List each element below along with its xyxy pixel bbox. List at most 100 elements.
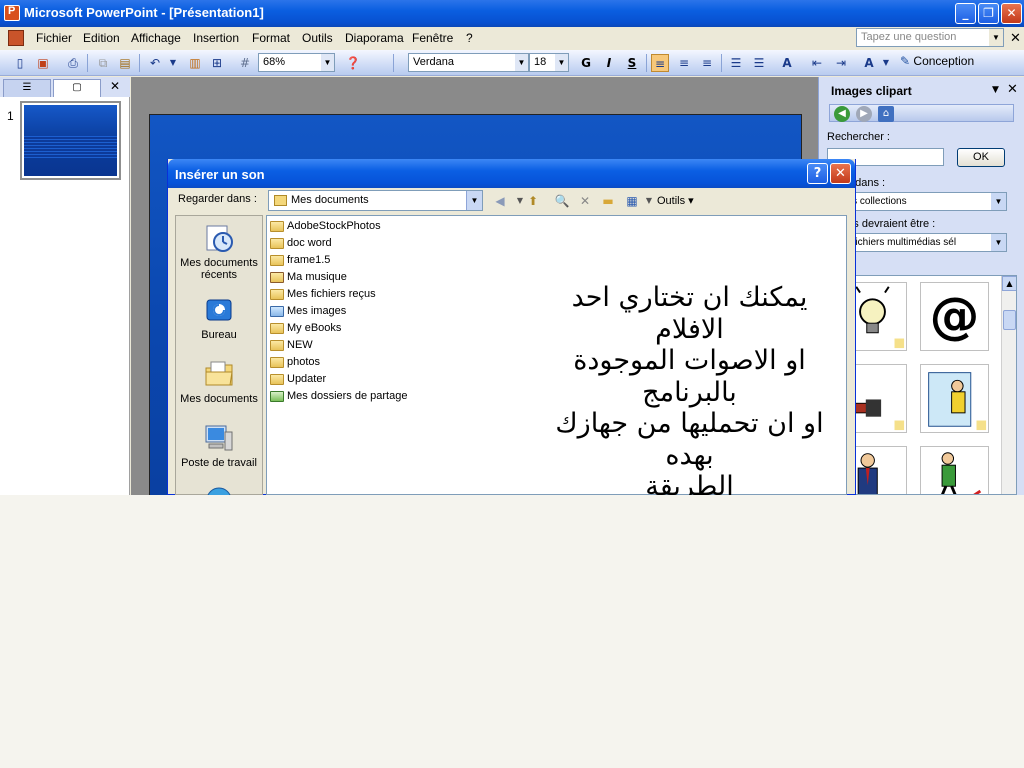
align-center-icon[interactable]: ≡: [675, 54, 693, 72]
insert-chart-icon[interactable]: ▥: [186, 54, 204, 72]
menu-outils[interactable]: Outils: [302, 31, 333, 45]
file-item[interactable]: Updater: [270, 371, 326, 388]
new-folder-icon[interactable]: ▬: [599, 192, 617, 210]
design-button[interactable]: ✎ Conception: [900, 54, 974, 68]
slides-tab[interactable]: ▢: [53, 79, 101, 97]
file-item[interactable]: Mes fichiers reçus: [270, 286, 376, 303]
chevron-down-icon[interactable]: ▼: [989, 29, 1003, 46]
new-document-icon[interactable]: ▯: [11, 54, 29, 72]
dialog-help-button[interactable]: ?: [807, 163, 828, 184]
file-item[interactable]: photos: [270, 354, 320, 371]
close-document-icon[interactable]: ✕: [1010, 30, 1021, 46]
bold-button[interactable]: G: [577, 54, 595, 72]
chevron-down-icon[interactable]: ▼: [515, 54, 528, 71]
scroll-up-arrow-icon[interactable]: ▲: [1002, 276, 1016, 291]
menu-help[interactable]: ?: [466, 31, 473, 45]
help-icon[interactable]: ❓: [344, 54, 362, 72]
window-cleaner-clipart[interactable]: [920, 364, 989, 433]
place-my-documents[interactable]: Mes documents: [176, 358, 262, 405]
file-name: AdobeStockPhotos: [287, 220, 381, 232]
chevron-down-icon[interactable]: ▼: [877, 54, 895, 72]
chevron-down-icon[interactable]: ▼: [640, 192, 658, 210]
chevron-down-icon[interactable]: ▼: [992, 85, 999, 95]
forward-arrow-icon[interactable]: ▶: [856, 106, 872, 122]
file-item[interactable]: Ma musique: [270, 269, 347, 286]
place-desktop[interactable]: Bureau: [176, 294, 262, 341]
tools-menu[interactable]: Outils ▾: [657, 194, 694, 207]
place-recent[interactable]: Mes documents récents: [176, 222, 262, 281]
paste-icon[interactable]: ▤: [116, 54, 134, 72]
chevron-down-icon[interactable]: ▼: [991, 234, 1006, 251]
look-in-combo[interactable]: Mes documents ▼: [268, 190, 483, 211]
ask-question-placeholder: Tapez une question: [861, 31, 957, 43]
menu-diaporama[interactable]: Diaporama: [345, 31, 404, 45]
font-size-combo[interactable]: 18 ▼: [529, 53, 569, 72]
clipart-scrollbar[interactable]: ▲: [1001, 276, 1016, 494]
place-my-computer[interactable]: Poste de travail: [176, 422, 262, 469]
menu-insertion[interactable]: Insertion: [193, 31, 239, 45]
align-right-icon[interactable]: ≡: [698, 54, 716, 72]
file-item[interactable]: AdobeStockPhotos: [270, 218, 381, 235]
file-item[interactable]: NEW: [270, 337, 313, 354]
delete-icon[interactable]: ✕: [576, 192, 594, 210]
menu-edition[interactable]: Edition: [83, 31, 120, 45]
menu-fenetre[interactable]: Fenêtre: [412, 31, 453, 45]
chevron-down-icon[interactable]: ▼: [164, 54, 182, 72]
file-item[interactable]: Mes images: [270, 303, 346, 320]
insert-table-icon[interactable]: ⊞: [208, 54, 226, 72]
increase-indent-icon[interactable]: ⇥: [832, 54, 850, 72]
file-item[interactable]: Mes dossiers de partage: [270, 388, 407, 405]
back-arrow-icon[interactable]: ◀: [491, 192, 509, 210]
restore-button[interactable]: ❐: [978, 3, 999, 24]
file-item[interactable]: frame1.5: [270, 252, 330, 269]
back-arrow-icon[interactable]: ◀: [834, 106, 850, 122]
at-sign-clipart[interactable]: @: [920, 282, 989, 351]
outline-tab[interactable]: ☰: [3, 79, 51, 97]
zoom-combo[interactable]: 68% ▼: [258, 53, 335, 72]
ok-button[interactable]: OK: [957, 148, 1005, 167]
dialog-close-button[interactable]: ✕: [830, 163, 851, 184]
window-title-bar[interactable]: Microsoft PowerPoint - [Présentation1] _…: [0, 0, 1024, 27]
file-item[interactable]: My eBooks: [270, 320, 341, 337]
chevron-down-icon[interactable]: ▼: [466, 191, 482, 210]
scroll-thumb[interactable]: [1003, 310, 1016, 330]
document-menu-icon[interactable]: [8, 30, 24, 46]
open-icon[interactable]: ▣: [34, 54, 52, 72]
close-icon[interactable]: ✕: [1007, 82, 1018, 97]
italic-button[interactable]: I: [600, 54, 618, 72]
increase-font-icon[interactable]: A: [778, 54, 796, 72]
grid-icon[interactable]: #: [236, 54, 254, 72]
menu-affichage[interactable]: Affichage: [131, 31, 181, 45]
dialog-title-bar[interactable]: Insérer un son ? ✕: [168, 159, 855, 188]
powerpoint-app-icon[interactable]: [4, 5, 20, 21]
place-network[interactable]: [176, 484, 262, 495]
up-folder-icon[interactable]: ⬆: [524, 192, 542, 210]
font-combo[interactable]: Verdana ▼: [408, 53, 529, 72]
home-icon[interactable]: ⌂: [878, 106, 894, 122]
chevron-down-icon[interactable]: ▼: [321, 54, 334, 71]
file-item[interactable]: doc word: [270, 235, 332, 252]
views-icon[interactable]: ▦: [623, 192, 641, 210]
numbered-list-icon[interactable]: ☰: [727, 54, 745, 72]
search-web-icon[interactable]: 🔍: [553, 192, 571, 210]
walking-man-clipart[interactable]: [920, 446, 989, 494]
close-pane-icon[interactable]: ✕: [110, 79, 120, 93]
close-window-button[interactable]: ✕: [1001, 3, 1022, 24]
chevron-down-icon[interactable]: ▼: [991, 193, 1006, 210]
font-color-icon[interactable]: A: [860, 54, 878, 72]
decrease-indent-icon[interactable]: ⇤: [808, 54, 826, 72]
print-icon[interactable]: ⎙: [64, 54, 82, 72]
align-left-icon[interactable]: ≡: [651, 54, 669, 72]
shadow-button[interactable]: S: [623, 54, 641, 72]
task-pane-nav: ◀ ▶ ⌂: [829, 104, 1014, 122]
chevron-down-icon[interactable]: ▼: [555, 54, 568, 71]
bulleted-list-icon[interactable]: ☰: [750, 54, 768, 72]
minimize-button[interactable]: _: [955, 3, 976, 24]
slide-thumbnail[interactable]: [20, 101, 121, 180]
file-name: Updater: [287, 373, 327, 385]
copy-icon[interactable]: ⧉: [94, 54, 112, 72]
menu-fichier[interactable]: Fichier: [36, 31, 72, 45]
undo-icon[interactable]: ↶: [146, 54, 164, 72]
ask-question-box[interactable]: Tapez une question ▼: [856, 28, 1004, 47]
menu-format[interactable]: Format: [252, 31, 290, 45]
